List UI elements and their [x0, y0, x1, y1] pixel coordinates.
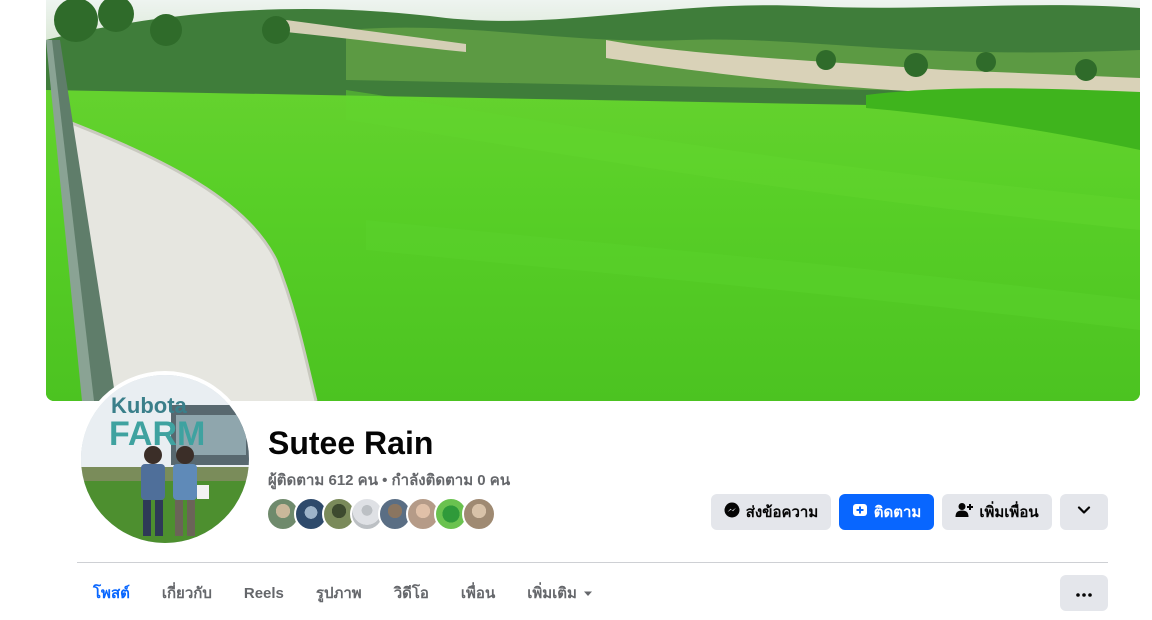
tab-friends[interactable]: เพื่อน — [445, 570, 511, 616]
cover-landscape-image — [46, 0, 1140, 401]
cover-photo[interactable] — [46, 0, 1140, 401]
more-actions-button[interactable] — [1060, 494, 1108, 530]
tab-photos-label: รูปภาพ — [315, 585, 362, 602]
profile-tabs: โพสต์ เกี่ยวกับ Reels รูปภาพ วิดีโอ เพื่… — [77, 570, 609, 616]
tab-more[interactable]: เพิ่มเติม — [511, 570, 609, 616]
more-dots-icon — [1076, 584, 1092, 602]
friend-avatar[interactable] — [462, 497, 496, 531]
tab-friends-label: เพื่อน — [460, 585, 496, 602]
add-friend-button[interactable]: เพิ่มเพื่อน — [942, 494, 1052, 530]
tabs-more-options-button[interactable] — [1060, 575, 1108, 611]
profile-avatar[interactable]: Kubota FARM — [81, 375, 249, 543]
messenger-icon — [724, 502, 740, 522]
follow-icon — [852, 502, 868, 522]
tab-posts-label: โพสต์ — [93, 585, 130, 602]
profile-name: Sutee Rain — [268, 425, 434, 461]
tab-photos[interactable]: รูปภาพ — [300, 570, 378, 616]
chevron-down-icon — [1077, 503, 1091, 521]
message-label: ส่งข้อความ — [745, 504, 819, 521]
tab-more-label: เพิ่มเติม — [527, 585, 577, 602]
profile-photo-image: Kubota FARM — [81, 375, 249, 543]
tab-videos-label: วิดีโอ — [393, 585, 429, 602]
tab-reels-label: Reels — [243, 584, 284, 602]
header-divider — [77, 562, 1108, 563]
tab-about-label: เกี่ยวกับ — [161, 585, 212, 602]
follow-label: ติดตาม — [873, 504, 922, 521]
add-friend-icon — [955, 502, 974, 522]
follow-button[interactable]: ติดตาม — [839, 494, 934, 530]
add-friend-label: เพิ่มเพื่อน — [979, 504, 1039, 521]
message-button[interactable]: ส่งข้อความ — [711, 494, 831, 530]
tab-videos[interactable]: วิดีโอ — [378, 570, 445, 616]
tab-posts[interactable]: โพสต์ — [77, 570, 146, 616]
friend-avatars — [266, 497, 496, 531]
caret-down-icon — [583, 585, 593, 602]
follower-stats[interactable]: ผู้ติดตาม 612 คน • กำลังติดตาม 0 คน — [268, 468, 510, 492]
tab-reels[interactable]: Reels — [228, 570, 300, 616]
tab-about[interactable]: เกี่ยวกับ — [146, 570, 228, 616]
